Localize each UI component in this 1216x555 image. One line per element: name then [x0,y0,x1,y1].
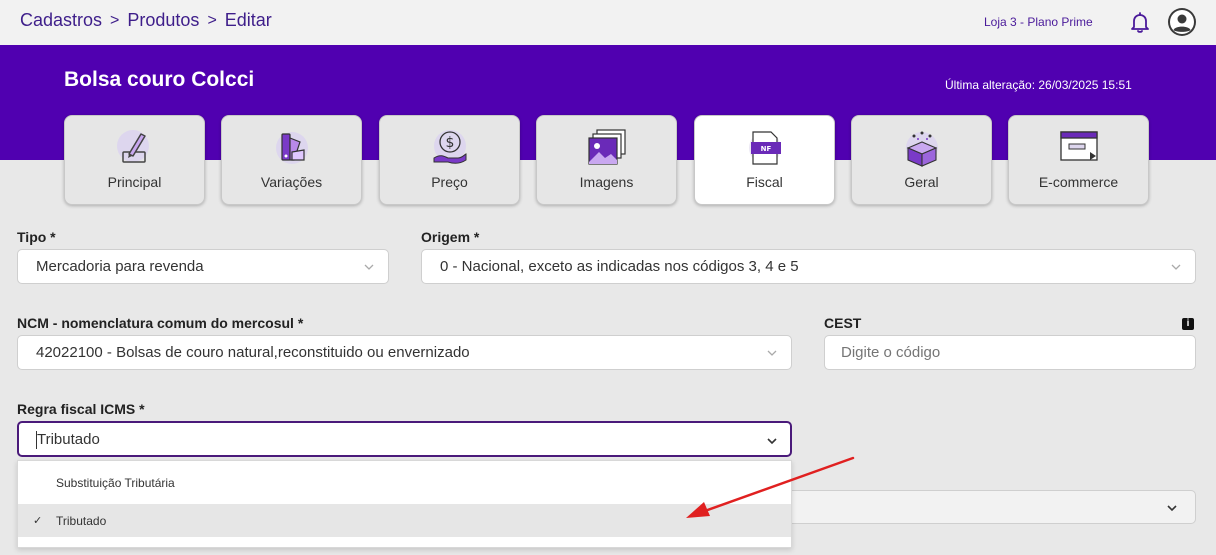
info-icon[interactable]: i [1182,318,1194,330]
option-substituicao-tributaria[interactable]: Substituição Tributária [18,466,791,499]
hidden-select[interactable] [780,490,1196,524]
tipo-value: Mercadoria para revenda [36,258,204,275]
chevron-down-icon [1167,505,1177,512]
icms-dropdown-menu: Substituição Tributária ✓ Tributado [17,460,792,548]
tab-geral[interactable]: Geral [851,115,992,205]
icms-value: Tributado [37,430,100,448]
tab-label: Geral [904,174,939,190]
origem-value: 0 - Nacional, exceto as indicadas nos có… [440,258,799,275]
breadcrumb-produtos[interactable]: Produtos [127,10,199,31]
tab-ecommerce[interactable]: E-commerce [1008,115,1149,205]
breadcrumb-separator: > [207,11,217,29]
tab-label: Variações [260,174,323,190]
browser-window-icon [1057,128,1101,168]
tab-variacoes[interactable]: Variações [221,115,362,205]
icms-label: Regra fiscal ICMS * [17,401,145,417]
tab-imagens[interactable]: Imagens [536,115,677,205]
image-gallery-icon [585,128,629,168]
tab-label: Preço [431,174,468,190]
ncm-select[interactable]: 42022100 - Bolsas de couro natural,recon… [17,335,792,370]
svg-text:$: $ [445,135,454,151]
svg-text:NF: NF [760,145,771,153]
text-cursor [36,431,37,449]
ncm-label: NCM - nomenclatura comum do mercosul * [17,315,304,331]
dollar-hand-icon: $ [428,128,472,168]
breadcrumb-editar: Editar [224,10,272,30]
tab-label: Fiscal [746,174,783,190]
bell-icon[interactable] [1128,10,1152,34]
store-plan-label[interactable]: Loja 3 - Plano Prime [984,15,1093,29]
nf-document-icon: NF [743,128,787,168]
icms-rule-select[interactable]: Tributado [17,421,792,457]
tab-label: Imagens [579,174,634,190]
tipo-select[interactable]: Mercadoria para revenda [17,249,389,284]
tab-label: E-commerce [1038,174,1119,190]
tab-label: Principal [107,174,162,190]
edit-document-icon [113,128,157,168]
chevron-down-icon [364,264,374,270]
tab-fiscal[interactable]: NF Fiscal [694,115,835,205]
tab-principal[interactable]: Principal [64,115,205,205]
box-sparkle-icon [900,128,944,168]
origem-select[interactable]: 0 - Nacional, exceto as indicadas nos có… [421,249,1196,284]
breadcrumb-cadastros[interactable]: Cadastros [20,10,102,31]
tab-preco[interactable]: $ Preço [379,115,520,205]
product-title: Bolsa couro Colcci [64,68,255,91]
option-label: Tributado [56,513,107,528]
ncm-value: 42022100 - Bolsas de couro natural,recon… [36,344,470,361]
cest-input[interactable] [824,335,1196,370]
chevron-down-icon [767,350,777,356]
breadcrumb: Cadastros > Produtos > Editar [20,10,272,31]
last-change-timestamp: Última alteração: 26/03/2025 15:51 [945,78,1132,92]
cest-label: CEST [824,315,862,331]
chevron-down-icon [1171,264,1181,270]
avatar[interactable] [1167,7,1197,37]
option-tributado[interactable]: ✓ Tributado [18,504,791,537]
origem-label: Origem * [421,229,480,245]
option-label: Substituição Tributária [56,475,175,490]
check-icon: ✓ [33,515,43,527]
tipo-label: Tipo * [17,229,56,245]
breadcrumb-separator: > [110,11,120,29]
chevron-down-icon [767,438,777,445]
color-palette-icon [270,128,314,168]
